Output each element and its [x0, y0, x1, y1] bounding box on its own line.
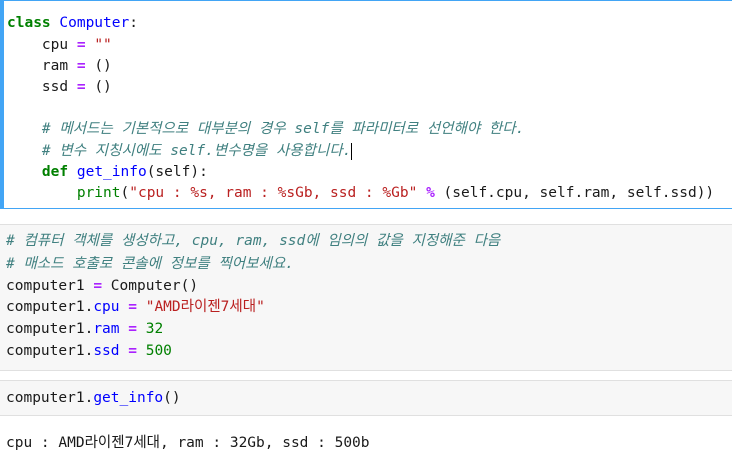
text-cursor [351, 142, 353, 160]
code-line: computer1.cpu = "AMD라이젠7세대" [6, 299, 265, 315]
code-cell-method-call[interactable]: computer1.get_info() [0, 380, 732, 416]
code-comment: # 변수 지칭시에도 self.변수명을 사용합니다. [41, 142, 353, 160]
cell-output: cpu : AMD라이젠7세대, ram : 32Gb, ssd : 500b [6, 435, 370, 451]
code-line: def get_info(self): [41, 164, 208, 180]
code-line: class Computer: [7, 15, 138, 31]
code-comment: # 메서드는 기본적으로 대부분의 경우 self를 파라미터로 선언해야 한다… [41, 121, 525, 137]
code-comment: # 컴퓨터 객체를 생성하고, cpu, ram, ssd에 임의의 값을 지정… [6, 233, 501, 249]
code-cell-object-setup[interactable]: # 컴퓨터 객체를 생성하고, cpu, ram, ssd에 임의의 값을 지정… [0, 224, 732, 371]
code-line: computer1.get_info() [6, 390, 181, 406]
code-line: computer1.ssd = 500 [6, 343, 172, 359]
code-cell-class-definition[interactable]: class Computer: cpu = "" ram = () ssd = … [0, 0, 732, 209]
code-line: computer1.ram = 32 [6, 321, 164, 337]
code-comment: # 매소드 호출로 콘솔에 정보를 찍어보세요. [6, 256, 294, 272]
code-line: computer1 = Computer() [6, 278, 199, 294]
code-line: ssd = () [41, 79, 112, 95]
active-cell-indicator [1, 1, 4, 208]
code-line: print("cpu : %s, ram : %sGb, ssd : %Gb" … [76, 185, 715, 201]
code-line: ram = () [41, 58, 112, 74]
code-line: cpu = "" [41, 37, 112, 53]
